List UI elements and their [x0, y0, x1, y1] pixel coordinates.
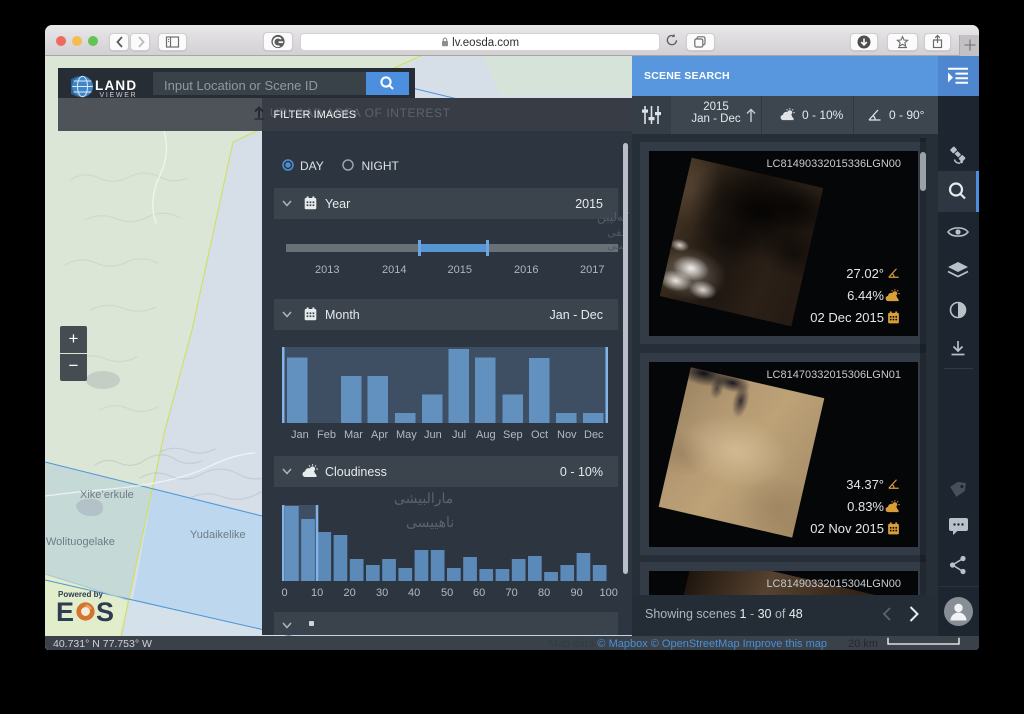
svg-text:Wolituogelake: Wolituogelake — [46, 536, 115, 548]
svg-text:Yudaikelike: Yudaikelike — [190, 529, 246, 541]
svg-text:Xike’erkule: Xike’erkule — [80, 489, 134, 501]
